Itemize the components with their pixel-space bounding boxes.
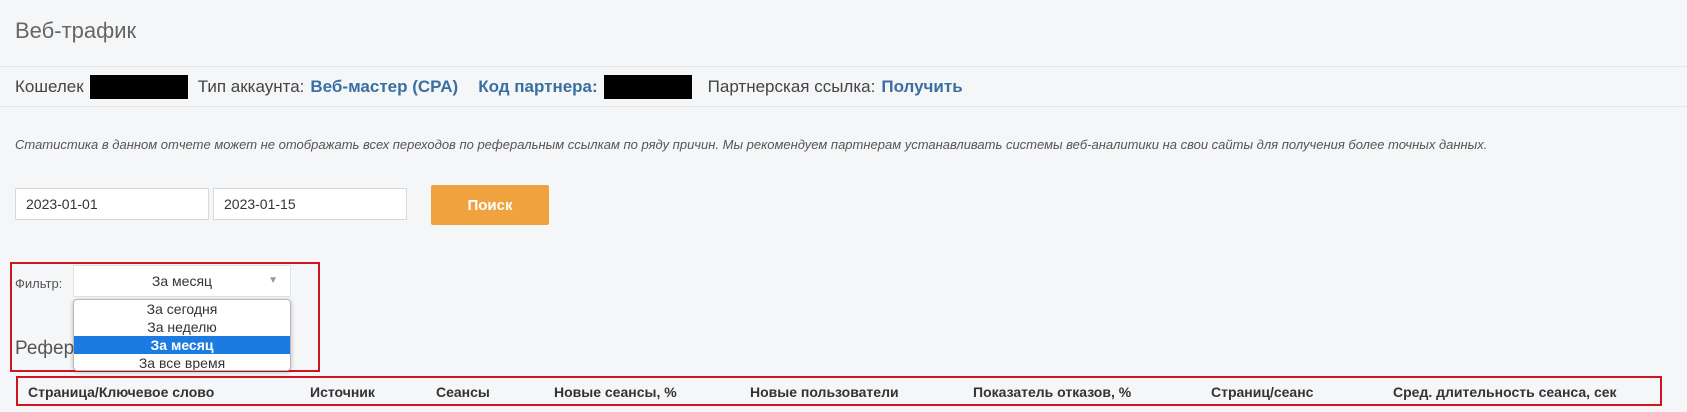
- column-bounce-rate[interactable]: Показатель отказов, %: [973, 384, 1131, 400]
- column-new-users[interactable]: Новые пользователи: [750, 384, 899, 400]
- account-bar: Кошелек Тип аккаунта: Веб-мастер (CPA) К…: [15, 74, 963, 100]
- partner-link-get[interactable]: Получить: [881, 77, 962, 97]
- account-type-value: Веб-мастер (CPA): [310, 77, 459, 96]
- filter-select[interactable]: За месяц ▼: [73, 265, 291, 297]
- search-button[interactable]: Поиск: [431, 185, 549, 225]
- account-divider: [0, 106, 1687, 107]
- section-title: Рефер: [15, 338, 75, 359]
- column-sessions[interactable]: Сеансы: [436, 384, 490, 400]
- filter-option-month[interactable]: За месяц: [74, 336, 290, 354]
- filter-dropdown: За сегодня За неделю За месяц За все вре…: [73, 299, 291, 371]
- partner-link-label: Партнерская ссылка:: [707, 77, 876, 96]
- wallet-label: Кошелек: [15, 77, 84, 96]
- wallet-redacted: [89, 75, 188, 99]
- page-title: Веб-трафик: [15, 18, 137, 43]
- column-source[interactable]: Источник: [310, 384, 375, 400]
- partner-code-label: Код партнера:: [478, 77, 598, 96]
- column-new-sessions[interactable]: Новые сеансы, %: [554, 384, 677, 400]
- column-pages-per-session[interactable]: Страниц/сеанс: [1211, 384, 1313, 400]
- date-to-input[interactable]: [213, 188, 407, 220]
- chevron-down-icon: ▼: [268, 275, 278, 286]
- filter-selected-value: За месяц: [151, 273, 213, 289]
- filter-option-today[interactable]: За сегодня: [74, 300, 290, 318]
- table-header: Страница/Ключевое слово Источник Сеансы …: [16, 376, 1662, 406]
- partner-code-redacted: [603, 75, 692, 99]
- column-page-keyword[interactable]: Страница/Ключевое слово: [28, 384, 214, 400]
- title-divider: [0, 66, 1687, 67]
- column-avg-session-duration[interactable]: Сред. длительность сеанса, сек: [1393, 384, 1617, 400]
- account-type-label: Тип аккаунта:: [197, 77, 305, 96]
- filter-option-all-time[interactable]: За все время: [74, 354, 290, 370]
- filter-option-week[interactable]: За неделю: [74, 318, 290, 336]
- notice-text: Статистика в данном отчете может не отоб…: [15, 137, 1488, 152]
- date-from-input[interactable]: [15, 188, 209, 220]
- filter-label: Фильтр:: [15, 276, 63, 291]
